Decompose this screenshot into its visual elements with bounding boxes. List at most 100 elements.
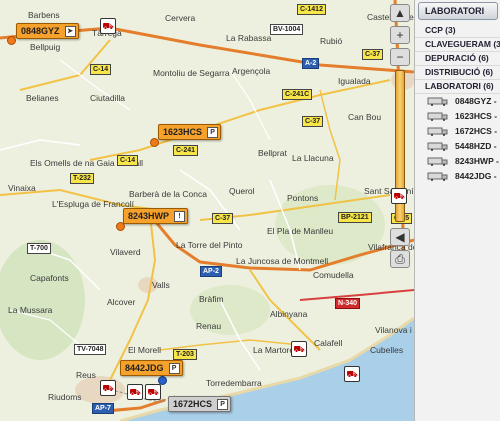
town-label: Belianes [26, 93, 59, 103]
town-label: La Juncosa de Montmell [236, 256, 329, 266]
town-label: Cubelles [370, 345, 404, 355]
road-label: C-37 [362, 49, 384, 60]
vehicle-plate: 1672HCS - [455, 126, 498, 136]
zoom-control[interactable]: ▲ + − ⛟ ◀ ⎙ [389, 4, 411, 274]
sidebar: LABORATORI CCP (3) CLAVEGUERAM (3) DEPUR… [414, 0, 500, 421]
vehicle-tag-8243hwp[interactable]: 8243HWP ! [123, 208, 189, 224]
town-label: El Morell [128, 345, 162, 355]
vehicle-tag-0848gyz[interactable]: 0848GYZ ➤ [16, 23, 79, 39]
town-label: Bellprat [258, 148, 287, 158]
town-label: La Rabassa [226, 33, 272, 43]
vehicle-plate: 0848GYZ - [455, 96, 497, 106]
road-label: T-700 [27, 243, 51, 254]
zoom-slider-handle[interactable]: ⛟ [391, 188, 407, 204]
vehicle-tag-label: 8243HWP [128, 211, 170, 221]
town-label: Barberà de la Conca [129, 189, 207, 199]
group-distribucio[interactable]: DISTRIBUCIÓ (6) [415, 66, 500, 80]
vehicle-tag-label: 1623HCS [163, 127, 203, 137]
van-icon [427, 127, 448, 136]
town-label: Bellpuig [30, 42, 61, 52]
vehicle-tag-label: 8442JDG [125, 363, 164, 373]
van-icon [427, 97, 448, 106]
town-label: Pontons [287, 193, 319, 203]
road-label: C-37 [302, 116, 324, 127]
town-label: La Torre del Pinto [176, 240, 243, 250]
print-icon[interactable]: ⎙ [390, 250, 410, 268]
sidebar-header[interactable]: LABORATORI [418, 2, 498, 20]
traffic-camera-icon[interactable]: ⛟ [100, 380, 116, 396]
vehicle-plate: 8442JDG - [455, 171, 497, 181]
zoom-out-button[interactable]: − [390, 48, 410, 66]
zoom-in-button[interactable]: + [390, 26, 410, 44]
town-label: La Llacuna [292, 153, 334, 163]
town-label: El Pla de Manlleu [267, 226, 334, 236]
vehicle-tag-label: 1672HCS [173, 399, 213, 409]
vehicle-list-item[interactable]: 0848GYZ - [415, 94, 500, 109]
town-label: Ciutadilla [90, 93, 125, 103]
road-label: C-14 [117, 155, 139, 166]
van-icon [427, 172, 448, 181]
town-label: Capafonts [30, 273, 69, 283]
parking-icon: P [217, 399, 229, 410]
traffic-camera-icon[interactable]: ⛟ [344, 366, 360, 382]
town-label: Vinaixa [8, 183, 36, 193]
pan-left-button[interactable]: ◀ [390, 228, 410, 246]
town-label: Valls [152, 280, 170, 290]
traffic-camera-icon[interactable]: ⛟ [127, 384, 143, 400]
map-background [0, 0, 414, 421]
vehicle-plate: 1623HCS - [455, 111, 498, 121]
vehicle-list-item[interactable]: 5448HZD - [415, 139, 500, 154]
town-label: Alcover [107, 297, 136, 307]
town-label: Comudella [313, 270, 354, 280]
road-label: C-37 [212, 213, 234, 224]
parking-icon: P [207, 127, 219, 138]
town-label: Vilanova i [375, 325, 412, 335]
vehicle-list-item[interactable]: 8243HWP - [415, 154, 500, 169]
engine-icon: ! [174, 211, 186, 222]
road-label: A-2 [302, 58, 320, 69]
road-label: BP-2121 [338, 212, 372, 223]
traffic-camera-icon[interactable]: ⛟ [100, 18, 116, 34]
group-depuracio[interactable]: DEPURACIÓ (6) [415, 52, 500, 66]
road-label: N-340 [335, 298, 361, 309]
group-laboratori[interactable]: LABORATORI (6) [415, 80, 500, 94]
road-label: BV-1004 [270, 24, 304, 35]
traffic-camera-icon[interactable]: ⛟ [291, 341, 307, 357]
road-label: C-1412 [297, 4, 326, 15]
vehicle-list-item[interactable]: 1623HCS - [415, 109, 500, 124]
vehicle-list-item[interactable]: 1672HCS - [415, 124, 500, 139]
vehicle-tag-8442jdg[interactable]: 8442JDG P [120, 360, 183, 376]
town-label: Rubió [320, 36, 343, 46]
traffic-camera-icon[interactable]: ⛟ [145, 384, 161, 400]
town-label: Albinyana [270, 309, 308, 319]
town-label: Renau [196, 321, 222, 331]
road-label: AP-2 [200, 266, 222, 277]
road-label: AP-7 [92, 403, 114, 414]
town-label: Igualada [338, 76, 371, 86]
road-label: TV-7048 [74, 344, 107, 355]
pan-up-button[interactable]: ▲ [390, 4, 410, 22]
parking-icon: P [168, 363, 180, 374]
vehicle-tag-1623hcs[interactable]: 1623HCS P [158, 124, 222, 140]
van-icon [427, 112, 448, 121]
map-view[interactable]: Barbens Tàrrega Cervera La Rabassa Rubió… [0, 0, 414, 421]
road-label: C-241C [282, 89, 313, 100]
vehicle-tag-1672hcs[interactable]: 1672HCS P [168, 396, 232, 412]
vehicle-list-item[interactable]: 8442JDG - [415, 169, 500, 184]
road-label: T-232 [70, 173, 94, 184]
town-label: Vilaverd [110, 247, 141, 257]
vehicle-tag-label: 0848GYZ [21, 26, 60, 36]
vehicle-location-pin[interactable] [7, 36, 16, 45]
group-claveguera[interactable]: CLAVEGUERAM (3) [415, 38, 500, 52]
vehicle-plate: 8243HWP - [455, 156, 499, 166]
vehicle-plate: 5448HZD - [455, 141, 497, 151]
town-label: Barbens [28, 10, 60, 20]
town-label: Cervera [165, 13, 196, 23]
town-label: Calafell [314, 338, 343, 348]
group-ccp[interactable]: CCP (3) [415, 24, 500, 38]
town-label: Montoliu de Segarra [153, 68, 230, 78]
van-icon [427, 142, 448, 151]
road-label: C-241 [173, 145, 199, 156]
road-label: T-203 [173, 349, 197, 360]
town-label: Riudoms [48, 392, 82, 402]
